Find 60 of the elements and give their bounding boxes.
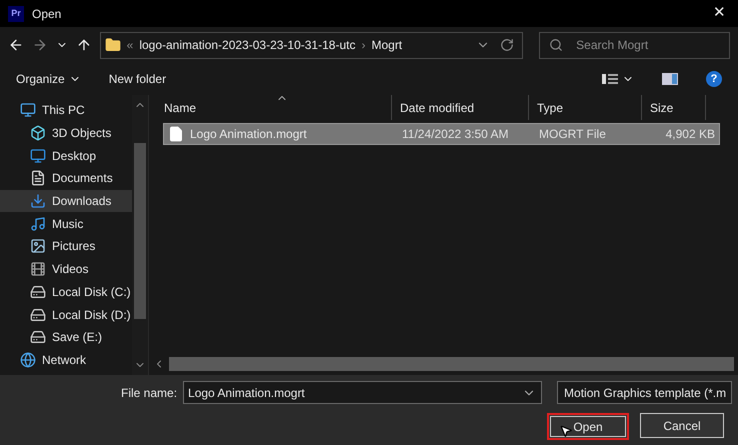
drive-icon <box>30 306 46 323</box>
open-button[interactable]: Open <box>547 413 629 440</box>
sidebar-item[interactable]: Local Disk (D:) <box>0 303 132 326</box>
path-separator: › <box>361 37 366 54</box>
sidebar-item[interactable]: Downloads <box>0 190 132 212</box>
file-name: Logo Animation.mogrt <box>190 126 307 143</box>
sidebar-item[interactable]: Save (E:) <box>0 326 132 349</box>
cancel-button[interactable]: Cancel <box>640 413 724 438</box>
sidebar-item[interactable]: Music <box>0 212 132 236</box>
film-icon <box>30 261 46 278</box>
search-field[interactable]: Search Mogrt <box>539 32 730 58</box>
date-modified: 11/24/2022 3:50 AM <box>401 126 510 143</box>
up-icon[interactable] <box>76 37 92 53</box>
monitor-icon <box>30 148 46 164</box>
file-icon <box>168 126 184 142</box>
column-header[interactable]: Name <box>149 95 392 120</box>
sidebar-item[interactable]: Documents <box>0 167 132 190</box>
breadcrumb-item[interactable]: Mogrt <box>371 36 402 54</box>
forward-icon[interactable] <box>32 37 48 53</box>
column-header[interactable]: Size <box>642 95 706 120</box>
help-button[interactable]: ? <box>706 71 722 87</box>
file-type-dropdown[interactable]: Motion Graphics template (*.m <box>557 381 732 404</box>
column-header[interactable]: Type <box>529 95 642 120</box>
computer-icon <box>20 102 36 118</box>
music-note-icon <box>30 216 46 232</box>
drive-icon <box>30 284 46 300</box>
globe-icon <box>20 352 36 368</box>
sidebar-item[interactable]: Desktop <box>0 144 132 168</box>
download-icon <box>30 193 46 210</box>
sidebar-item[interactable]: Local Disk (C:) <box>0 280 132 304</box>
sidebar-item[interactable]: Network <box>0 348 132 372</box>
sidebar-item[interactable]: Videos <box>0 258 132 280</box>
drive-icon <box>30 329 46 346</box>
file-row[interactable]: Logo Animation.mogrt 11/24/2022 3:50 AM MOGRT File 4,902 KB <box>163 123 720 145</box>
new-folder-button[interactable]: New folder <box>108 70 166 88</box>
search-icon <box>549 38 564 52</box>
cube-icon <box>30 125 46 142</box>
folder-icon <box>104 37 121 53</box>
picture-icon <box>30 238 46 254</box>
document-icon <box>30 170 46 186</box>
view-options-icon[interactable] <box>602 73 634 85</box>
back-icon[interactable] <box>8 37 24 53</box>
overflow-chevron[interactable]: « <box>126 36 134 54</box>
window-title: Open <box>32 6 62 22</box>
file-name-field[interactable]: Logo Animation.mogrt <box>183 381 542 404</box>
breadcrumb-item[interactable]: logo-animation-2023-03-23-10-31-18-utc <box>139 36 356 54</box>
mouse-cursor-icon <box>559 424 573 438</box>
organize-menu[interactable]: Organize <box>16 70 81 88</box>
file-name-label: File name: <box>121 384 178 402</box>
address-bar[interactable]: « logo-animation-2023-03-23-10-31-18-utc › Mogrt <box>100 32 524 58</box>
file-type-value: Motion Graphics template (*.m <box>564 384 726 402</box>
file-size: 4,902 KB <box>664 126 716 143</box>
refresh-icon[interactable] <box>500 38 514 52</box>
close-button[interactable]: ✕ <box>709 2 730 25</box>
app-logo: Pr <box>8 6 24 22</box>
sidebar-item[interactable]: Pictures <box>0 235 132 258</box>
column-header[interactable]: Date modified <box>392 95 529 120</box>
sidebar-item[interactable]: 3D Objects <box>0 122 132 144</box>
sidebar-item[interactable]: This PC <box>0 99 132 122</box>
file-type: MOGRT File <box>538 126 607 143</box>
